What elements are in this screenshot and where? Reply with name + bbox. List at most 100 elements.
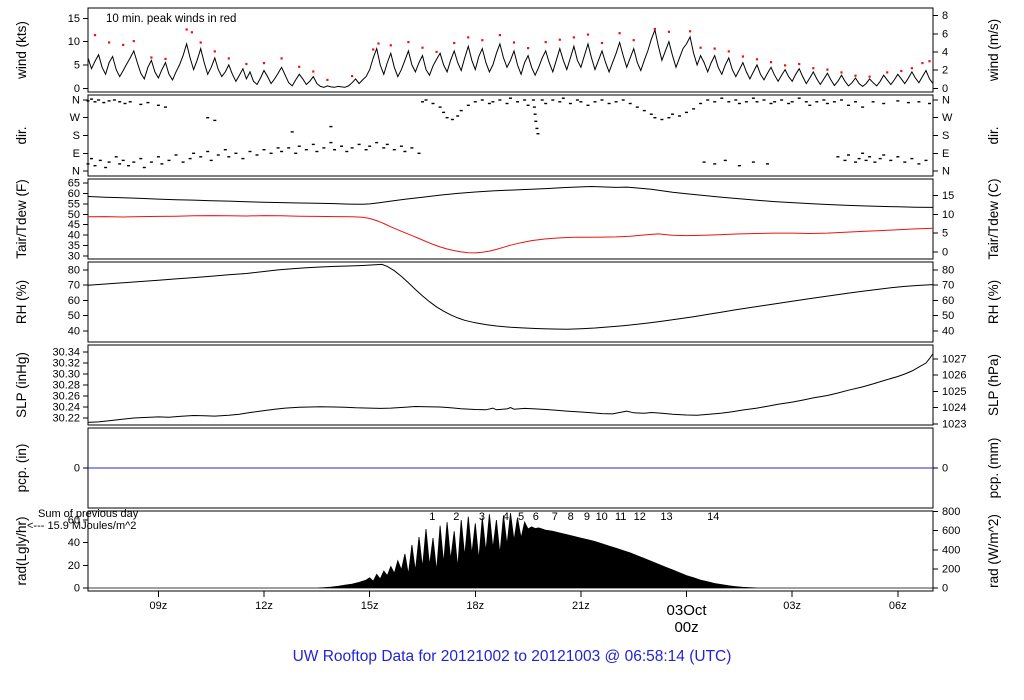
rad-milestone-label: 7 bbox=[552, 511, 558, 523]
dir-right-tick-label: N bbox=[942, 94, 950, 106]
slp-right-tick-label: 1026 bbox=[942, 370, 966, 382]
dir-left-tick-label: S bbox=[73, 130, 80, 142]
rh-right-tick-label: 50 bbox=[942, 310, 954, 322]
rh-left-tick-label: 40 bbox=[68, 326, 80, 338]
rad-sum-note-line2: <--- 15.9 MJoules/m^2 bbox=[27, 520, 136, 532]
rad-milestone-label: 13 bbox=[660, 511, 672, 523]
temp-axis-title-left: Tair/Tdew (F) bbox=[14, 179, 29, 259]
rad-right-tick-label: 200 bbox=[942, 563, 960, 575]
wind-right-tick-label: 4 bbox=[942, 46, 948, 58]
x-tick-label: 15z bbox=[361, 600, 379, 612]
rh-axis-title-right: RH (%) bbox=[986, 280, 1001, 324]
slp-left-tick-label: 30.22 bbox=[52, 413, 80, 425]
dir-panel-frame bbox=[88, 95, 933, 176]
meteogram: 05101502468wind (kts)wind (m/s)10 min. p… bbox=[0, 0, 1024, 700]
slp-right-tick-label: 1025 bbox=[942, 386, 966, 398]
rad-milestone-label: 12 bbox=[634, 511, 646, 523]
wind-axis-title-right: wind (m/s) bbox=[986, 19, 1001, 82]
temp-left-tick-label: 30 bbox=[68, 251, 80, 263]
wind-right-tick-label: 6 bbox=[942, 28, 948, 40]
x-tick-label: 03z bbox=[783, 600, 801, 612]
rad-milestone-label: 3 bbox=[479, 511, 485, 523]
rad-milestone-label: 8 bbox=[568, 511, 574, 523]
slp-right-tick-label: 1023 bbox=[942, 418, 966, 430]
rad-axis-title-right: rad (W/m^2) bbox=[986, 514, 1001, 588]
rad-milestone-label: 1 bbox=[429, 511, 435, 523]
dir-left-tick-label: E bbox=[73, 148, 80, 160]
x-tick-label: 06z bbox=[889, 600, 907, 612]
panel-temp: 6560555045403530151050Tair/Tdew (F)Tair/… bbox=[14, 177, 1001, 262]
peak-winds-note: 10 min. peak winds in red bbox=[106, 13, 236, 25]
rad-left-tick-label: 0 bbox=[74, 583, 80, 595]
rad-area bbox=[88, 513, 933, 588]
rad-left-tick-label: 20 bbox=[68, 560, 80, 572]
pcp-axis-title-right: pcp. (mm) bbox=[986, 438, 1001, 499]
rh-left-tick-label: 80 bbox=[68, 264, 80, 276]
rad-milestone-label: 9 bbox=[584, 511, 590, 523]
slp-line bbox=[88, 354, 933, 423]
meteogram-canvas: 05101502468wind (kts)wind (m/s)10 min. p… bbox=[0, 0, 1024, 700]
dir-right-tick-label: N bbox=[942, 166, 950, 178]
rh-right-tick-label: 60 bbox=[942, 295, 954, 307]
rad-milestone-label: 14 bbox=[707, 511, 719, 523]
wind-axis-title-left: wind (kts) bbox=[14, 21, 29, 80]
panel-dir: NWSENNWSENdir.dir. bbox=[14, 94, 1001, 177]
rh-line bbox=[88, 264, 933, 329]
wind-left-tick-label: 5 bbox=[74, 59, 80, 71]
panel-rh: 80706050408070605040RH (%)RH (%) bbox=[14, 262, 1001, 342]
rh-left-tick-label: 50 bbox=[68, 310, 80, 322]
slp-axis-title-right: SLP (hPa) bbox=[986, 354, 1001, 416]
pcp-right-tick-label: 0 bbox=[942, 463, 948, 475]
rad-milestone-label: 10 bbox=[596, 511, 608, 523]
pcp-left-tick-label: 0 bbox=[74, 463, 80, 475]
panel-wind: 05101502468wind (kts)wind (m/s)10 min. p… bbox=[14, 8, 1001, 95]
rad-milestone-label: 2 bbox=[453, 511, 459, 523]
wind-speed-line bbox=[88, 30, 933, 87]
dir-left-tick-label: N bbox=[72, 94, 80, 106]
x-tick-label: 00z bbox=[674, 619, 698, 636]
rad-right-tick-label: 400 bbox=[942, 544, 960, 556]
dir-axis-title-right: dir. bbox=[986, 126, 1001, 144]
rh-left-tick-label: 70 bbox=[68, 280, 80, 292]
slp-right-tick-label: 1024 bbox=[942, 402, 966, 414]
panel-slp: 30.3430.3230.3030.2830.2630.2430.2210271… bbox=[14, 345, 1001, 430]
x-tick-label: 09z bbox=[150, 600, 168, 612]
slp-axis-title-left: SLP (inHg) bbox=[14, 352, 29, 418]
rad-right-tick-label: 800 bbox=[942, 506, 960, 518]
temp-panel-frame bbox=[88, 179, 933, 259]
dir-left-tick-label: N bbox=[72, 166, 80, 178]
dir-right-tick-label: S bbox=[942, 130, 949, 142]
dir-right-tick-label: W bbox=[942, 112, 953, 124]
wind-right-tick-label: 0 bbox=[942, 83, 948, 95]
x-tick-label: 21z bbox=[572, 600, 590, 612]
rad-right-tick-label: 600 bbox=[942, 525, 960, 537]
pcp-axis-title-left: pcp. (in) bbox=[14, 444, 29, 493]
rad-milestone-label: 4 bbox=[503, 511, 509, 523]
wind-right-tick-label: 2 bbox=[942, 65, 948, 77]
x-tick-label: 12z bbox=[255, 600, 273, 612]
wind-left-tick-label: 0 bbox=[74, 83, 80, 95]
rh-right-tick-label: 80 bbox=[942, 264, 954, 276]
x-tick-date-label: 03Oct bbox=[667, 602, 708, 619]
x-tick-label: 18z bbox=[466, 600, 484, 612]
slp-right-tick-label: 1027 bbox=[942, 353, 966, 365]
temp-axis-title-right: Tair/Tdew (C) bbox=[986, 178, 1001, 259]
x-axis: 09z 12z 15z 18z 21z 03Oct00z 03z 06z bbox=[150, 591, 907, 636]
rad-milestone-label: 6 bbox=[533, 511, 539, 523]
wind-right-tick-label: 8 bbox=[942, 10, 948, 22]
rh-right-tick-label: 40 bbox=[942, 326, 954, 338]
rh-right-tick-label: 70 bbox=[942, 280, 954, 292]
rad-right-tick-label: 0 bbox=[942, 583, 948, 595]
temp-right-tick-label: 5 bbox=[942, 228, 948, 240]
wind-direction-dots bbox=[87, 98, 932, 169]
rad-left-tick-label: 40 bbox=[68, 537, 80, 549]
chart-title: UW Rooftop Data for 20121002 to 20121003… bbox=[0, 648, 1024, 666]
rad-milestone-label: 5 bbox=[518, 511, 524, 523]
rh-left-tick-label: 60 bbox=[68, 295, 80, 307]
dir-axis-title-left: dir. bbox=[14, 126, 29, 144]
rad-sum-note-line1: Sum of previous day bbox=[38, 508, 139, 520]
temp-right-tick-label: 10 bbox=[942, 209, 954, 221]
tdew-line bbox=[88, 216, 933, 253]
temp-right-tick-label: 0 bbox=[942, 246, 948, 258]
dir-left-tick-label: W bbox=[70, 112, 81, 124]
